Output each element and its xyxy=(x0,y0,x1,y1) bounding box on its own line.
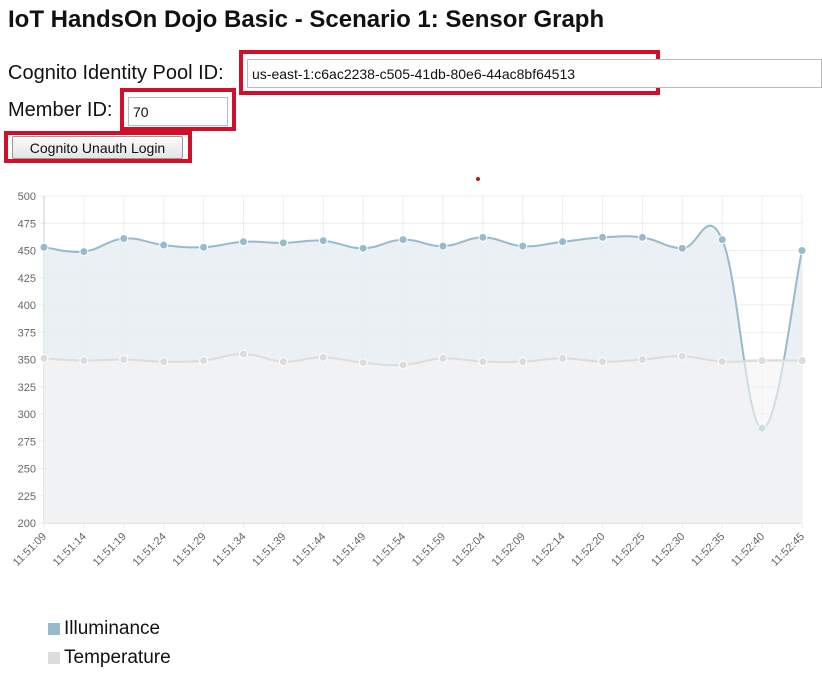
y-tick-label: 475 xyxy=(18,218,36,230)
temperature-point xyxy=(159,357,169,367)
x-tick-label: 11:51:34 xyxy=(210,531,248,569)
y-tick-label: 350 xyxy=(18,355,36,367)
legend-swatch-temperature xyxy=(48,651,60,664)
illuminance-point xyxy=(717,235,727,245)
y-tick-label: 500 xyxy=(18,191,36,203)
temperature-point xyxy=(79,356,89,366)
illuminance-point xyxy=(598,232,608,242)
temperature-point xyxy=(478,357,488,367)
temperature-point xyxy=(518,357,528,367)
legend-swatch-illuminance xyxy=(48,622,60,635)
x-tick-label: 11:51:19 xyxy=(91,531,129,569)
x-tick-label: 11:52:30 xyxy=(649,531,687,569)
y-tick-label: 250 xyxy=(18,464,36,476)
illuminance-point xyxy=(637,232,647,242)
x-tick-label: 11:52:04 xyxy=(450,531,488,569)
illuminance-point xyxy=(478,232,488,242)
legend-item-temperature: Temperature xyxy=(48,643,171,672)
y-tick-label: 300 xyxy=(18,409,36,421)
y-tick-label: 325 xyxy=(18,382,36,394)
y-tick-label: 400 xyxy=(18,300,36,312)
illuminance-point xyxy=(797,246,807,255)
page-title: IoT HandsOn Dojo Basic - Scenario 1: Sen… xyxy=(8,6,605,33)
temperature-point xyxy=(797,356,807,366)
x-tick-label: 11:52:25 xyxy=(609,531,647,569)
y-tick-label: 375 xyxy=(18,327,36,339)
illuminance-point xyxy=(398,235,408,245)
temperature-point xyxy=(199,356,209,366)
temperature-point xyxy=(398,360,408,370)
illuminance-point xyxy=(278,238,288,248)
cognito-unauth-login-button[interactable]: Cognito Unauth Login xyxy=(12,136,183,159)
x-tick-label: 11:52:35 xyxy=(689,531,727,569)
temperature-point xyxy=(278,357,288,367)
y-tick-label: 450 xyxy=(18,246,36,258)
legend-label-temperature: Temperature xyxy=(64,646,171,668)
illuminance-point xyxy=(238,237,248,247)
temperature-point xyxy=(438,353,448,363)
temperature-area xyxy=(44,354,802,523)
x-tick-label: 11:52:14 xyxy=(530,531,568,569)
temperature-point xyxy=(677,351,687,361)
temperature-point xyxy=(358,358,368,368)
x-tick-label: 11:52:45 xyxy=(769,531,807,569)
x-tick-label: 11:52:09 xyxy=(490,531,528,569)
illuminance-point xyxy=(677,243,687,253)
x-tick-label: 11:51:39 xyxy=(250,531,288,569)
y-tick-label: 275 xyxy=(18,436,36,448)
x-tick-label: 11:51:59 xyxy=(410,531,448,569)
chart-legend: Illuminance Temperature xyxy=(48,614,171,672)
illuminance-point xyxy=(558,237,568,247)
illuminance-point xyxy=(39,242,49,252)
legend-item-illuminance: Illuminance xyxy=(48,614,171,643)
illuminance-point xyxy=(119,234,129,244)
y-tick-label: 200 xyxy=(18,518,36,530)
illuminance-point xyxy=(438,241,448,251)
member-id-label: Member ID: xyxy=(8,99,113,121)
temperature-point xyxy=(717,357,727,367)
y-tick-label: 225 xyxy=(18,491,36,503)
x-tick-label: 11:51:09 xyxy=(11,531,49,569)
illuminance-point xyxy=(318,236,328,246)
red-dot-marker xyxy=(476,177,480,181)
temperature-point xyxy=(238,349,248,359)
illuminance-point xyxy=(199,242,209,252)
illuminance-point xyxy=(358,243,368,253)
temperature-point xyxy=(558,353,568,363)
x-tick-label: 11:51:14 xyxy=(51,531,89,569)
x-tick-label: 11:51:44 xyxy=(290,531,328,569)
x-tick-label: 11:52:40 xyxy=(729,531,767,569)
x-tick-label: 11:51:49 xyxy=(330,531,368,569)
pool-id-input[interactable] xyxy=(247,59,822,88)
illuminance-point xyxy=(79,247,89,257)
y-tick-label: 425 xyxy=(18,273,36,285)
temperature-point xyxy=(119,355,129,364)
temperature-point xyxy=(318,352,328,362)
sensor-line-chart: 200 225 250 275 300 325 350 375 400 425 450 475 500 1… xyxy=(11,191,807,569)
page: IoT HandsOn Dojo Basic - Scenario 1: Sen… xyxy=(0,0,822,673)
illuminance-point xyxy=(159,240,169,250)
x-tick-label: 11:51:24 xyxy=(131,531,169,569)
x-tick-label: 11:51:54 xyxy=(370,531,408,569)
temperature-point xyxy=(598,357,608,367)
illuminance-point xyxy=(518,241,528,251)
x-tick-label: 11:52:20 xyxy=(569,531,607,569)
member-id-input[interactable] xyxy=(128,97,228,126)
legend-label-illuminance: Illuminance xyxy=(64,617,161,639)
x-tick-label: 11:51:29 xyxy=(171,531,209,569)
temperature-point xyxy=(637,355,647,364)
pool-id-label: Cognito Identity Pool ID: xyxy=(8,62,224,84)
temperature-point xyxy=(39,353,49,363)
temperature-point xyxy=(757,356,767,366)
